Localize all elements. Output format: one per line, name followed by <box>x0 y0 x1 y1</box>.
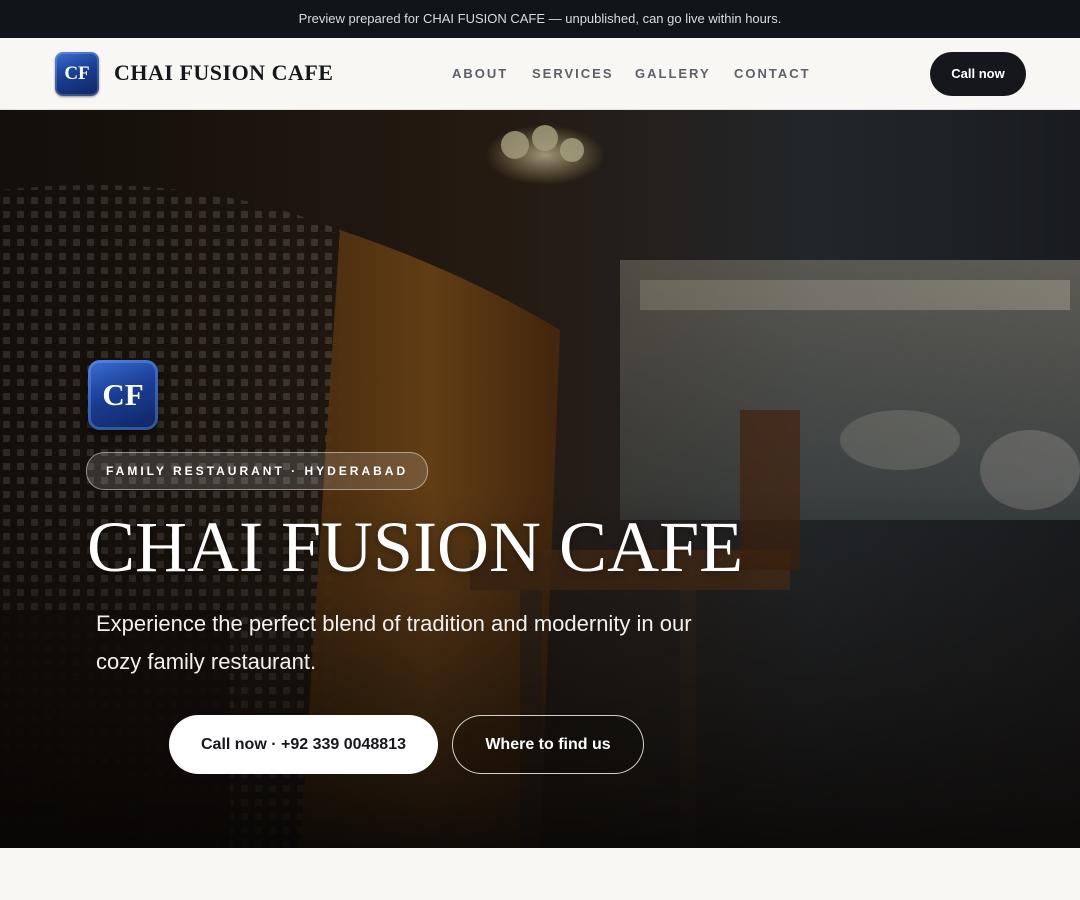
nav-item-about[interactable]: ABOUT <box>452 66 508 81</box>
nav-item-services[interactable]: SERVICES <box>532 66 614 81</box>
brand-logo[interactable]: CF <box>55 52 99 96</box>
brand-name[interactable]: CHAI FUSION CAFE <box>114 60 333 86</box>
hero-logo-badge: CF <box>88 360 158 430</box>
nav-item-gallery[interactable]: GALLERY <box>635 66 711 81</box>
site-header: CF CHAI FUSION CAFE ABOUT SERVICES GALLE… <box>0 38 1080 110</box>
call-now-button[interactable]: Call now <box>930 52 1026 96</box>
call-phone-button[interactable]: Call now · +92 339 0048813 <box>169 715 438 774</box>
hero-subtitle: Experience the perfect blend of traditio… <box>96 611 692 674</box>
category-tag: FAMILY RESTAURANT · HYDERABAD <box>86 452 429 490</box>
nav-item-contact[interactable]: CONTACT <box>734 66 811 81</box>
hero-title: CHAI FUSION CAFE <box>87 507 744 587</box>
hero-section: CF FAMILY RESTAURANT · HYDERABAD CHAI FU… <box>0 110 1080 848</box>
find-us-button[interactable]: Where to find us <box>452 715 644 774</box>
preview-banner: Preview prepared for CHAI FUSION CAFE — … <box>0 0 1080 38</box>
